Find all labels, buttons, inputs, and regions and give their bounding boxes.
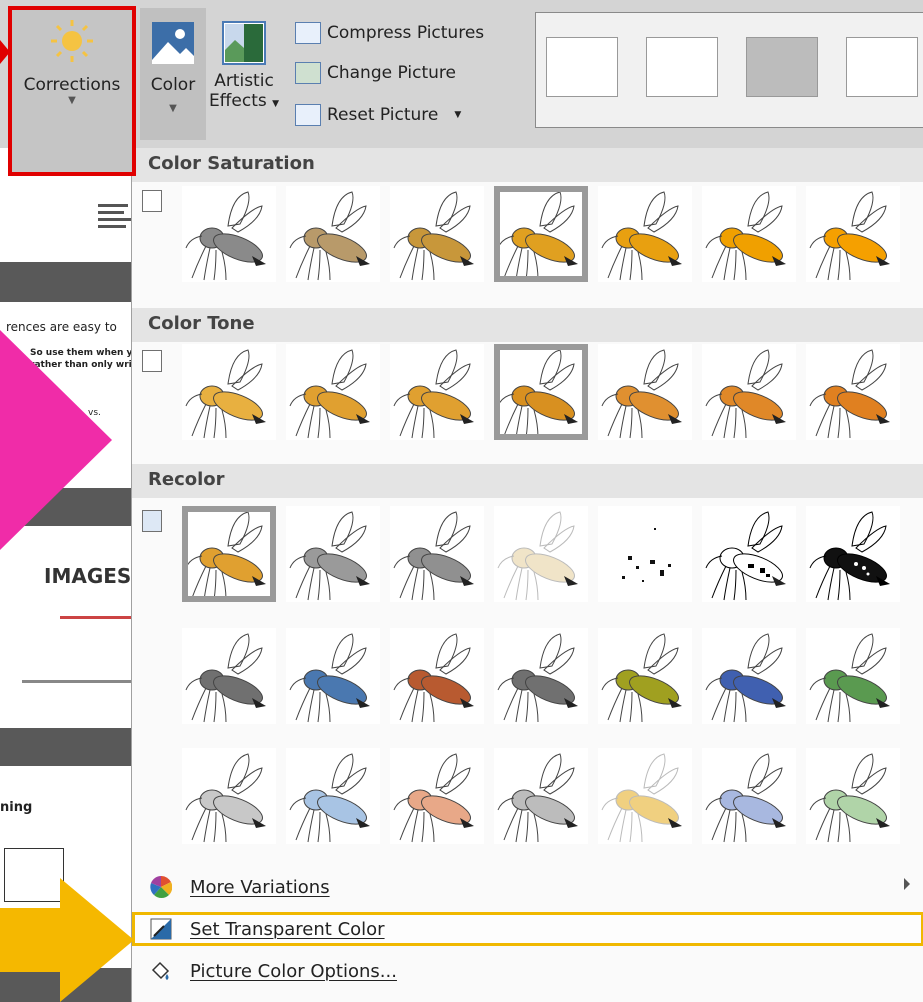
artistic-label: Artistic	[214, 71, 274, 91]
picture-color-options-item[interactable]: Picture Color Options...	[132, 954, 923, 988]
doc-slide-band	[0, 728, 140, 766]
submenu-arrow-icon	[904, 878, 910, 890]
set-transparent-color-label: Set Transparent Color	[190, 918, 385, 940]
more-variations-label: More Variations	[190, 876, 330, 898]
set-transparent-color-icon	[148, 916, 174, 942]
section-title: Recolor	[148, 469, 225, 490]
color-swatch[interactable]	[494, 186, 588, 282]
picture-format-ribbon: Corrections ▼ Color ▼ Artistic Effects ▼…	[0, 0, 923, 176]
doc-snippet: ning	[0, 800, 33, 815]
section-title: Color Saturation	[148, 153, 315, 174]
dropdown-caret-icon: ▼	[169, 103, 177, 114]
picture-style-thumb[interactable]	[746, 37, 818, 97]
section-color-tone: Color Tone	[132, 308, 923, 342]
paint-bucket-icon	[148, 958, 174, 984]
color-swatch[interactable]	[702, 344, 796, 440]
color-swatch[interactable]	[806, 344, 900, 440]
color-tone-icon	[142, 350, 162, 372]
compress-icon	[295, 22, 321, 44]
color-swatch[interactable]	[182, 344, 276, 440]
color-swatch[interactable]	[390, 186, 484, 282]
reset-picture-icon	[295, 104, 321, 126]
effects-label: Effects ▼	[208, 91, 280, 111]
pink-annotation-arrow-icon	[0, 330, 112, 550]
picture-style-thumb[interactable]	[646, 37, 718, 97]
picture-color-options-label: Picture Color Options...	[190, 960, 397, 982]
reset-picture-button[interactable]: Reset Picture ▼	[295, 104, 461, 126]
color-swatch[interactable]	[494, 344, 588, 440]
color-dropdown-menu: Color Saturation Color Tone Recolor More…	[131, 148, 923, 1002]
artistic-effects-icon	[222, 21, 266, 65]
color-swatch[interactable]	[806, 186, 900, 282]
color-swatch[interactable]	[182, 186, 276, 282]
color-swatch[interactable]	[494, 748, 588, 844]
color-swatch[interactable]	[702, 748, 796, 844]
color-swatch[interactable]	[702, 506, 796, 602]
color-swatch[interactable]	[702, 186, 796, 282]
doc-snippet: IMAGES	[44, 564, 132, 588]
color-swatch[interactable]	[494, 628, 588, 724]
change-label: Change Picture	[327, 63, 456, 83]
color-swatch[interactable]	[286, 628, 380, 724]
color-button[interactable]: Color ▼	[140, 8, 206, 140]
section-title: Color Tone	[148, 313, 255, 334]
color-swatch[interactable]	[494, 506, 588, 602]
color-saturation-icon	[142, 190, 162, 212]
set-transparent-color-item[interactable]: Set Transparent Color	[132, 912, 923, 946]
picture-styles-gallery	[535, 12, 923, 128]
color-swatch[interactable]	[182, 748, 276, 844]
color-wheel-icon	[148, 874, 174, 900]
color-swatch[interactable]	[286, 186, 380, 282]
picture-icon	[152, 22, 194, 64]
color-swatch[interactable]	[702, 628, 796, 724]
section-color-saturation: Color Saturation	[132, 148, 923, 182]
change-picture-button[interactable]: Change Picture	[295, 62, 456, 84]
corrections-label: Corrections	[23, 75, 121, 95]
color-swatch[interactable]	[598, 628, 692, 724]
color-swatch[interactable]	[286, 344, 380, 440]
color-swatch[interactable]	[390, 344, 484, 440]
sun-icon	[51, 20, 93, 62]
section-recolor: Recolor	[132, 464, 923, 498]
doc-slide-band	[0, 262, 140, 302]
artistic-effects-button[interactable]: Artistic Effects ▼	[208, 8, 280, 140]
compress-pictures-button[interactable]: Compress Pictures	[295, 22, 484, 44]
doc-text-line	[22, 680, 132, 683]
dropdown-caret-icon: ▼	[68, 95, 76, 106]
color-swatch[interactable]	[182, 628, 276, 724]
picture-style-thumb[interactable]	[546, 37, 618, 97]
color-swatch[interactable]	[598, 506, 692, 602]
color-swatch[interactable]	[806, 628, 900, 724]
more-variations-item[interactable]: More Variations	[132, 870, 923, 904]
color-swatch[interactable]	[806, 748, 900, 844]
recolor-icon	[142, 510, 162, 532]
red-annotation-arrow-icon	[0, 40, 10, 64]
color-swatch[interactable]	[286, 748, 380, 844]
corrections-button[interactable]: Corrections ▼	[8, 6, 136, 176]
color-swatch[interactable]	[598, 186, 692, 282]
color-label: Color	[150, 75, 196, 95]
compress-label: Compress Pictures	[327, 23, 485, 43]
color-swatch[interactable]	[390, 506, 484, 602]
doc-text-line	[60, 616, 136, 619]
color-swatch[interactable]	[598, 748, 692, 844]
dropdown-caret-icon: ▼	[454, 110, 462, 120]
document-preview: rences are easy to So use them when you …	[0, 148, 140, 1002]
color-swatch[interactable]	[806, 506, 900, 602]
color-swatch[interactable]	[598, 344, 692, 440]
color-swatch[interactable]	[390, 748, 484, 844]
reset-label: Reset Picture	[327, 105, 439, 125]
color-swatch[interactable]	[182, 506, 276, 602]
color-swatch[interactable]	[286, 506, 380, 602]
color-swatch[interactable]	[390, 628, 484, 724]
change-picture-icon	[295, 62, 321, 84]
picture-style-thumb[interactable]	[846, 37, 918, 97]
yellow-annotation-arrow-icon	[0, 878, 134, 1002]
